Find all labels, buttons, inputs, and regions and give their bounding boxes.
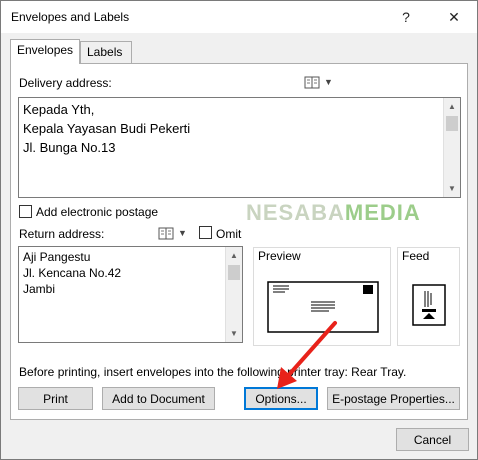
feed-group: Feed bbox=[397, 247, 460, 346]
watermark-part1: NESABA bbox=[246, 200, 345, 225]
preview-label: Preview bbox=[258, 249, 301, 263]
delivery-scrollbar[interactable]: ▲ ▼ bbox=[443, 98, 460, 197]
epostage-properties-button[interactable]: E-postage Properties... bbox=[327, 387, 460, 410]
delivery-address-book-icon[interactable]: ▼ bbox=[304, 75, 334, 89]
envelopes-labels-dialog: Envelopes and Labels ? ✕ Envelopes Label… bbox=[0, 0, 478, 460]
feed-envelope-icon[interactable] bbox=[411, 283, 447, 327]
watermark-logo: NESABAMEDIA bbox=[246, 200, 421, 226]
close-button[interactable]: ✕ bbox=[441, 5, 467, 29]
delivery-address-line: Kepada Yth, bbox=[23, 102, 95, 117]
scroll-down-icon[interactable]: ▼ bbox=[444, 180, 460, 197]
return-scrollbar[interactable]: ▲ ▼ bbox=[225, 247, 242, 342]
scroll-down-icon[interactable]: ▼ bbox=[226, 325, 242, 342]
return-address-line: Aji Pangestu bbox=[23, 250, 91, 264]
address-book-icon bbox=[158, 227, 174, 239]
return-address-book-icon[interactable]: ▼ bbox=[158, 226, 188, 240]
return-address-line: Jambi bbox=[23, 282, 56, 296]
dialog-title: Envelopes and Labels bbox=[11, 10, 130, 24]
scroll-up-icon[interactable]: ▲ bbox=[444, 98, 460, 115]
cancel-button[interactable]: Cancel bbox=[396, 428, 469, 451]
chevron-down-icon: ▼ bbox=[178, 228, 187, 238]
delivery-address-line: Kepala Yayasan Budi Pekerti bbox=[23, 121, 191, 136]
add-to-document-button[interactable]: Add to Document bbox=[102, 387, 215, 410]
cancel-button-label: Cancel bbox=[413, 432, 452, 447]
scroll-thumb[interactable] bbox=[446, 116, 458, 131]
delivery-address-label: Delivery address: bbox=[19, 76, 112, 90]
tab-envelopes-label: Envelopes bbox=[17, 43, 74, 57]
address-book-icon bbox=[304, 76, 320, 88]
return-address-line: Jl. Kencana No.42 bbox=[23, 266, 122, 280]
tab-labels-label: Labels bbox=[87, 45, 123, 59]
epostage-properties-label: E-postage Properties... bbox=[332, 391, 455, 406]
tab-labels[interactable]: Labels bbox=[80, 41, 132, 63]
print-button[interactable]: Print bbox=[18, 387, 93, 410]
add-postage-checkbox[interactable] bbox=[19, 205, 32, 218]
add-to-document-label: Add to Document bbox=[112, 391, 205, 406]
feed-label: Feed bbox=[402, 249, 430, 263]
delivery-address-line: Jl. Bunga No.13 bbox=[23, 140, 116, 155]
omit-checkbox[interactable] bbox=[199, 226, 212, 239]
tab-envelopes[interactable]: Envelopes bbox=[10, 39, 80, 64]
envelopes-tab-panel: Delivery address: ▼ Kepada Yth, Kepala Y… bbox=[10, 63, 468, 420]
options-button-label: Options... bbox=[255, 391, 307, 406]
help-button[interactable]: ? bbox=[393, 5, 419, 29]
delivery-address-field[interactable]: Kepada Yth, Kepala Yayasan Budi Pekerti … bbox=[18, 97, 461, 198]
title-bar: Envelopes and Labels ? ✕ bbox=[1, 1, 477, 33]
return-address-label: Return address: bbox=[19, 227, 105, 241]
add-postage-label: Add electronic postage bbox=[36, 205, 159, 219]
chevron-down-icon: ▼ bbox=[324, 77, 333, 87]
return-address-field[interactable]: Aji Pangestu Jl. Kencana No.42 Jambi ▲ ▼ bbox=[18, 246, 243, 343]
annotation-arrow-icon bbox=[277, 321, 337, 389]
print-button-label: Print bbox=[43, 391, 68, 406]
scroll-up-icon[interactable]: ▲ bbox=[226, 247, 242, 264]
printer-tray-instruction: Before printing, insert envelopes into t… bbox=[19, 365, 407, 379]
omit-label: Omit bbox=[216, 227, 242, 241]
watermark-part2: MEDIA bbox=[344, 200, 421, 225]
scroll-thumb[interactable] bbox=[228, 265, 240, 280]
